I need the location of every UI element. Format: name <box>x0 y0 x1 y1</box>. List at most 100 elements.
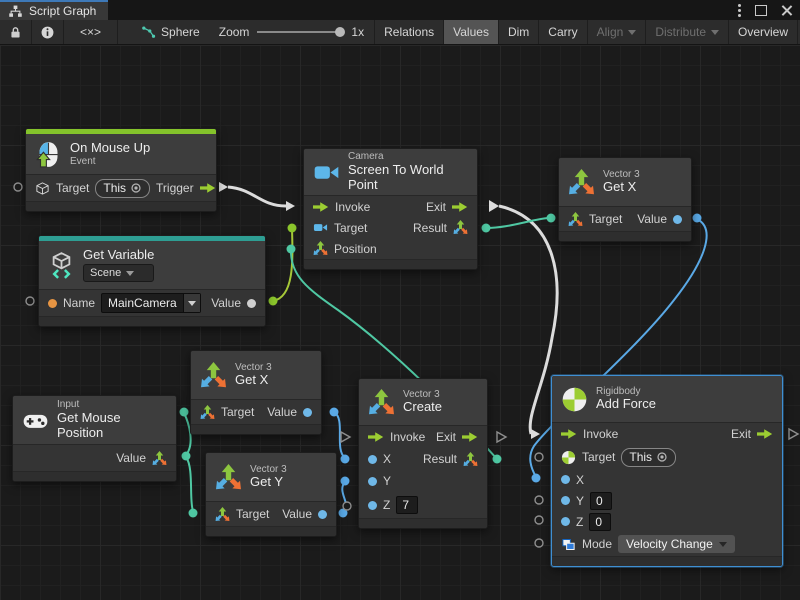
enum-icon <box>561 537 576 552</box>
toolbar: <×> Sphere Zoom 1x Relations Values Dim … <box>0 20 800 45</box>
port-row: Target Value <box>191 400 321 424</box>
values-button[interactable]: Values <box>444 20 499 44</box>
node-title: Create <box>403 400 442 415</box>
flow-arrow-icon <box>462 432 478 442</box>
z-value-field[interactable]: 0 <box>589 513 611 531</box>
lock-button[interactable] <box>0 20 32 44</box>
zoom-slider-knob[interactable] <box>335 27 345 37</box>
invoke-port[interactable]: Invoke <box>390 430 425 444</box>
z-port-dot[interactable] <box>368 501 377 510</box>
value-port[interactable]: Value <box>637 212 667 226</box>
menu-kebab-icon[interactable] <box>738 4 741 17</box>
exit-port[interactable]: Exit <box>731 427 751 441</box>
node-title: Get X <box>603 180 640 195</box>
collapse-button[interactable]: <×> <box>64 20 118 44</box>
node-footer <box>359 518 487 528</box>
chevron-down-icon <box>719 542 727 547</box>
node-on-mouse-up[interactable]: On Mouse Up Event Target This Trigger <box>25 128 217 212</box>
port-row: Name MainCamera Value <box>39 290 265 316</box>
y-port-dot[interactable] <box>561 496 570 505</box>
target-port[interactable]: Target <box>236 507 269 521</box>
port-row: Target Result <box>304 217 477 238</box>
node-get-variable[interactable]: Get Variable Scene Name MainCamera Value <box>38 235 266 327</box>
node-create-vector3[interactable]: Vector 3 Create Invoke Exit X Result Y <box>358 378 488 529</box>
mode-dropdown[interactable]: Velocity Change <box>618 535 735 553</box>
rigidbody-icon <box>561 386 588 413</box>
value-port-dot[interactable] <box>303 408 312 417</box>
y-port: Y <box>576 494 584 508</box>
variable-name-dropdown[interactable]: MainCamera <box>101 293 201 313</box>
exit-port[interactable]: Exit <box>436 430 456 444</box>
trigger-port[interactable]: Trigger <box>156 181 194 195</box>
variable-scope-dropdown[interactable]: Scene <box>83 264 154 282</box>
y-port-dot[interactable] <box>368 477 377 486</box>
value-port[interactable]: Value <box>116 451 146 465</box>
breadcrumb[interactable]: Sphere <box>132 20 209 44</box>
maximize-icon[interactable] <box>755 5 767 16</box>
node-get-x-top[interactable]: Vector 3 Get X Target Value <box>558 157 692 242</box>
port-row: Z 0 <box>552 511 782 532</box>
this-object-field[interactable]: This <box>621 448 676 467</box>
value-port-dot[interactable] <box>318 510 327 519</box>
distribute-button[interactable]: Distribute <box>646 20 729 44</box>
position-port[interactable]: Position <box>334 242 377 256</box>
port-row: X <box>552 469 782 490</box>
close-icon[interactable] <box>781 5 792 16</box>
lock-icon <box>8 25 23 40</box>
object-picker-icon[interactable] <box>656 451 668 463</box>
chevron-down-icon <box>628 30 636 35</box>
object-picker-icon[interactable] <box>130 182 142 194</box>
zoom-control: Zoom 1x <box>209 20 374 44</box>
target-port[interactable]: Target <box>221 405 254 419</box>
zoom-value: 1x <box>351 25 364 39</box>
x-port: X <box>576 473 584 487</box>
value-port-dot[interactable] <box>247 299 256 308</box>
variable-icon <box>48 252 75 279</box>
this-object-field[interactable]: This <box>95 179 150 198</box>
result-port[interactable]: Result <box>413 221 447 235</box>
target-port[interactable]: Target <box>589 212 622 226</box>
dim-button[interactable]: Dim <box>499 20 539 44</box>
node-screen-to-world-point[interactable]: Camera Screen To World Point Invoke Exit… <box>303 148 478 270</box>
result-port[interactable]: Result <box>423 452 457 466</box>
node-get-y[interactable]: Vector 3 Get Y Target Value <box>205 452 337 537</box>
node-get-x[interactable]: Vector 3 Get X Target Value <box>190 350 322 435</box>
node-get-mouse-position[interactable]: Input Get Mouse Position Value <box>12 395 177 482</box>
z-port-dot[interactable] <box>561 517 570 526</box>
mode-port: Mode <box>582 537 612 551</box>
z-port: Z <box>576 515 583 529</box>
value-port-dot[interactable] <box>673 215 682 224</box>
breadcrumb-label: Sphere <box>161 25 200 39</box>
x-port-dot[interactable] <box>368 455 377 464</box>
target-port[interactable]: Target <box>582 450 615 464</box>
node-add-force[interactable]: Rigidbody Add Force Invoke Exit Target T… <box>551 375 783 567</box>
carry-button[interactable]: Carry <box>539 20 587 44</box>
value-port[interactable]: Value <box>267 405 297 419</box>
overview-button[interactable]: Overview <box>729 20 798 44</box>
node-footer <box>559 231 691 241</box>
tab-script-graph[interactable]: Script Graph <box>0 0 108 20</box>
z-value-field[interactable]: 7 <box>396 496 418 514</box>
target-port[interactable]: Target <box>334 221 367 235</box>
value-port[interactable]: Value <box>282 507 312 521</box>
chevron-down-icon <box>188 301 196 306</box>
flow-arrow-icon <box>313 202 329 212</box>
invoke-port[interactable]: Invoke <box>335 200 370 214</box>
target-port[interactable]: Target <box>56 181 89 195</box>
node-title: Get Y <box>250 475 287 490</box>
align-button[interactable]: Align <box>588 20 647 44</box>
port-row: Invoke Exit <box>552 423 782 445</box>
z-port: Z <box>383 498 390 512</box>
port-row: Invoke Exit <box>359 426 487 448</box>
exit-port[interactable]: Exit <box>426 200 446 214</box>
inspect-button[interactable] <box>32 20 64 44</box>
x-port-dot[interactable] <box>561 475 570 484</box>
zoom-slider[interactable] <box>257 31 343 33</box>
value-port[interactable]: Value <box>211 296 241 310</box>
vector3-icon <box>215 464 242 491</box>
relations-button[interactable]: Relations <box>375 20 444 44</box>
name-port-dot[interactable] <box>48 299 57 308</box>
flow-arrow-icon <box>452 202 468 212</box>
invoke-port[interactable]: Invoke <box>583 427 618 441</box>
y-value-field[interactable]: 0 <box>590 492 612 510</box>
